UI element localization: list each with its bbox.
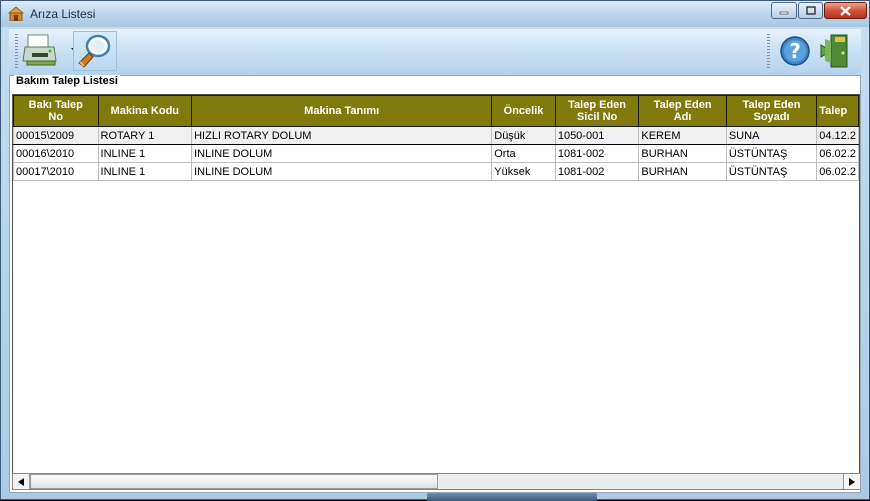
cell-no: 00015\2009 bbox=[13, 126, 99, 145]
cell-adi: BURHAN bbox=[638, 162, 727, 181]
column-header-oncelik[interactable]: Öncelik bbox=[491, 95, 556, 127]
app-house-icon bbox=[8, 7, 24, 21]
request-grid[interactable]: Bakı Talep No Makina Kodu Makina Tanımı Ö… bbox=[12, 94, 860, 474]
column-header-talep[interactable]: Talep bbox=[816, 95, 859, 127]
column-header-sicil-no[interactable]: Talep Eden Sicil No bbox=[554, 95, 640, 127]
cell-tanim: HIZLI ROTARY DOLUM bbox=[191, 126, 493, 145]
search-magnifier-icon bbox=[78, 34, 111, 68]
cell-tanim: INLINE DOLUM bbox=[191, 162, 493, 181]
horizontal-scrollbar[interactable] bbox=[12, 473, 860, 490]
group-title: Bakım Talep Listesi bbox=[14, 75, 120, 87]
scroll-left-button[interactable] bbox=[13, 474, 30, 489]
exit-button[interactable] bbox=[817, 31, 857, 71]
help-button[interactable]: ? bbox=[779, 31, 813, 71]
main-window: Arıza Listesi ? Bakım Talep Listesi Bakı… bbox=[0, 0, 870, 501]
cell-kod: INLINE 1 bbox=[97, 144, 193, 163]
cell-soyadi: ÜSTÜNTAŞ bbox=[725, 162, 818, 181]
cell-tarih: 06.02.2 bbox=[816, 144, 859, 163]
cell-sicil: 1081-002 bbox=[554, 144, 640, 163]
arrow-left-icon bbox=[18, 477, 24, 486]
column-header-adi[interactable]: Talep Eden Adı bbox=[638, 95, 727, 127]
close-icon bbox=[840, 5, 851, 16]
cell-sicil: 1050-001 bbox=[554, 126, 640, 145]
toolbar: ? bbox=[9, 29, 861, 76]
arrow-right-icon bbox=[849, 477, 855, 486]
cell-soyadi: SUNA bbox=[725, 126, 818, 145]
maximize-icon bbox=[805, 6, 816, 15]
minimize-icon bbox=[779, 11, 789, 14]
cell-oncelik: Yüksek bbox=[491, 162, 556, 181]
printer-icon bbox=[22, 34, 57, 66]
window-title: Arıza Listesi bbox=[30, 7, 96, 21]
cell-adi: KEREM bbox=[638, 126, 727, 145]
table-header-row: Bakı Talep No Makina Kodu Makina Tanımı Ö… bbox=[13, 95, 859, 127]
close-button[interactable] bbox=[824, 2, 867, 19]
table-row[interactable]: 00015\2009 ROTARY 1 HIZLI ROTARY DOLUM D… bbox=[13, 126, 859, 145]
scroll-right-button[interactable] bbox=[843, 474, 860, 489]
request-table: Bakı Talep No Makina Kodu Makina Tanımı Ö… bbox=[13, 95, 859, 181]
maximize-button[interactable] bbox=[798, 2, 823, 19]
exit-door-icon bbox=[820, 34, 848, 68]
cell-oncelik: Düşük bbox=[491, 126, 556, 145]
cell-tarih: 06.02.2 bbox=[816, 162, 859, 181]
cell-no: 00016\2010 bbox=[13, 144, 99, 163]
request-list-group: Bakım Talep Listesi Bakı Talep No Makina … bbox=[9, 75, 861, 493]
column-header-makina-tanimi[interactable]: Makina Tanımı bbox=[191, 95, 493, 127]
svg-text:?: ? bbox=[789, 39, 801, 63]
table-row[interactable]: 00016\2010 INLINE 1 INLINE DOLUM Orta 10… bbox=[13, 144, 859, 163]
column-header-talep-no[interactable]: Bakı Talep No bbox=[13, 95, 99, 127]
minimize-button[interactable] bbox=[771, 2, 797, 19]
toolbar-grip-right[interactable] bbox=[767, 34, 770, 70]
cell-tarih: 04.12.2 bbox=[816, 126, 859, 145]
cell-soyadi: ÜSTÜNTAŞ bbox=[725, 144, 818, 163]
column-header-makina-kodu[interactable]: Makina Kodu bbox=[97, 95, 193, 127]
cell-sicil: 1081-002 bbox=[554, 162, 640, 181]
search-button[interactable] bbox=[73, 31, 117, 71]
cell-tanim: INLINE DOLUM bbox=[191, 144, 493, 163]
title-bar[interactable]: Arıza Listesi bbox=[1, 1, 869, 27]
column-header-soyadi[interactable]: Talep Eden Soyadı bbox=[725, 95, 818, 127]
help-icon: ? bbox=[780, 36, 810, 66]
cell-kod: ROTARY 1 bbox=[97, 126, 193, 145]
cell-kod: INLINE 1 bbox=[97, 162, 193, 181]
cell-oncelik: Orta bbox=[491, 144, 556, 163]
cell-no: 00017\2010 bbox=[13, 162, 99, 181]
table-row[interactable]: 00017\2010 INLINE 1 INLINE DOLUM Yüksek … bbox=[13, 162, 859, 181]
toolbar-grip[interactable] bbox=[15, 34, 18, 70]
cell-adi: BURHAN bbox=[638, 144, 727, 163]
scrollbar-thumb[interactable] bbox=[30, 474, 438, 489]
